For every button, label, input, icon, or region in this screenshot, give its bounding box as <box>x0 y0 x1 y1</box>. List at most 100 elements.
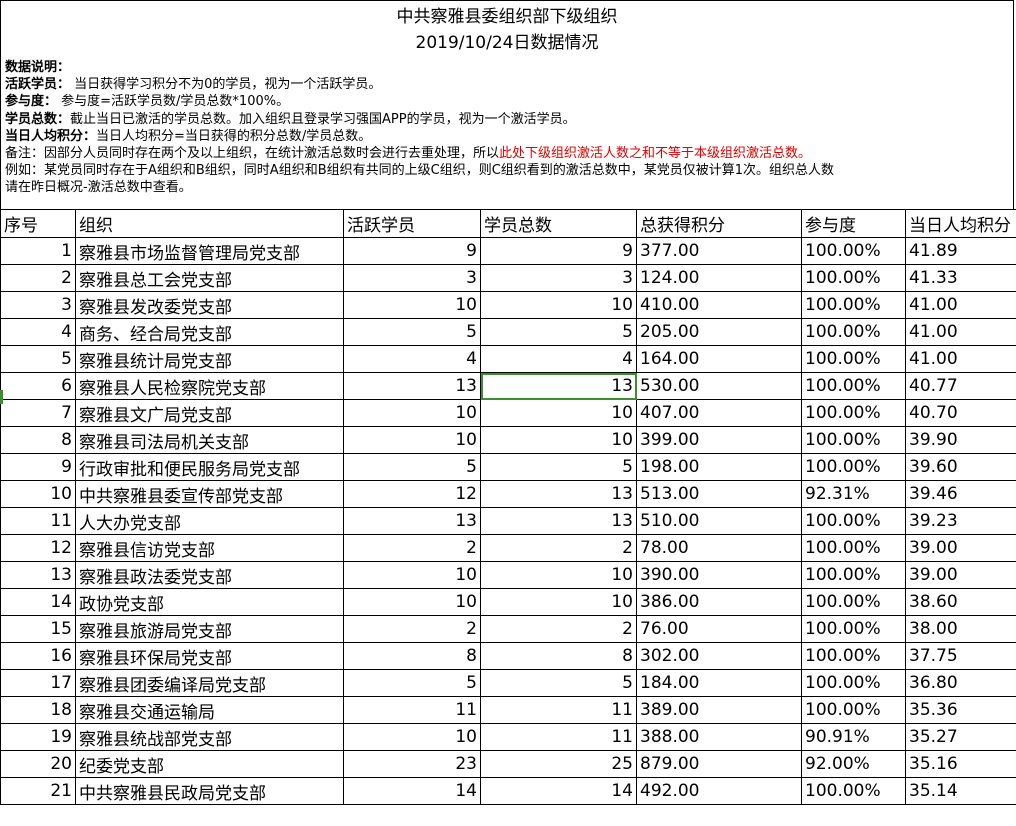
cell-active[interactable]: 10 <box>343 399 481 427</box>
cell-participation[interactable]: 100.00% <box>801 669 906 697</box>
cell-points[interactable]: 205.00 <box>636 318 802 346</box>
cell-participation[interactable]: 92.31% <box>801 480 906 508</box>
cell-org[interactable]: 察雅县市场监督管理局党支部 <box>75 237 344 265</box>
cell-active[interactable]: 10 <box>343 291 481 319</box>
cell-total[interactable]: 13 <box>480 480 637 508</box>
cell-avg[interactable]: 41.00 <box>905 318 1016 346</box>
cell-total[interactable]: 2 <box>480 615 637 643</box>
cell-org[interactable]: 察雅县政法委党支部 <box>75 561 344 589</box>
cell-total[interactable]: 5 <box>480 318 637 346</box>
cell-index[interactable]: 14 <box>0 588 76 616</box>
cell-participation[interactable]: 100.00% <box>801 291 906 319</box>
cell-active[interactable]: 3 <box>343 264 481 292</box>
cell-total[interactable]: 9 <box>480 237 637 265</box>
cell-org[interactable]: 察雅县司法局机关支部 <box>75 426 344 454</box>
cell-index[interactable]: 7 <box>0 399 76 427</box>
cell-active[interactable]: 4 <box>343 345 481 373</box>
cell-index[interactable]: 10 <box>0 480 76 508</box>
cell-avg[interactable]: 35.14 <box>905 777 1016 805</box>
header-cell-index[interactable]: 序号 <box>0 209 76 238</box>
cell-index[interactable]: 5 <box>0 345 76 373</box>
cell-index[interactable]: 16 <box>0 642 76 670</box>
cell-total[interactable]: 10 <box>480 588 637 616</box>
cell-total[interactable]: 8 <box>480 642 637 670</box>
cell-org[interactable]: 察雅县统战部党支部 <box>75 723 344 751</box>
cell-active[interactable]: 14 <box>343 777 481 805</box>
cell-active[interactable]: 10 <box>343 588 481 616</box>
cell-active[interactable]: 5 <box>343 669 481 697</box>
cell-active[interactable]: 23 <box>343 750 481 778</box>
cell-index[interactable]: 21 <box>0 777 76 805</box>
cell-active[interactable]: 10 <box>343 561 481 589</box>
cell-participation[interactable]: 100.00% <box>801 453 906 481</box>
cell-points[interactable]: 399.00 <box>636 426 802 454</box>
cell-index[interactable]: 11 <box>0 507 76 535</box>
cell-participation[interactable]: 100.00% <box>801 507 906 535</box>
cell-org[interactable]: 政协党支部 <box>75 588 344 616</box>
cell-total[interactable]: 14 <box>480 777 637 805</box>
cell-active[interactable]: 13 <box>343 372 481 400</box>
cell-index[interactable]: 2 <box>0 264 76 292</box>
cell-points[interactable]: 198.00 <box>636 453 802 481</box>
cell-avg[interactable]: 41.33 <box>905 264 1016 292</box>
cell-avg[interactable]: 38.60 <box>905 588 1016 616</box>
cell-org[interactable]: 察雅县环保局党支部 <box>75 642 344 670</box>
cell-active[interactable]: 8 <box>343 642 481 670</box>
cell-org[interactable]: 察雅县交通运输局 <box>75 696 344 724</box>
cell-org[interactable]: 商务、经合局党支部 <box>75 318 344 346</box>
cell-avg[interactable]: 38.00 <box>905 615 1016 643</box>
cell-points[interactable]: 407.00 <box>636 399 802 427</box>
cell-points[interactable]: 386.00 <box>636 588 802 616</box>
cell-points[interactable]: 513.00 <box>636 480 802 508</box>
cell-participation[interactable]: 100.00% <box>801 777 906 805</box>
cell-total[interactable]: 5 <box>480 453 637 481</box>
cell-total[interactable]: 4 <box>480 345 637 373</box>
cell-total[interactable]: 2 <box>480 534 637 562</box>
cell-index[interactable]: 9 <box>0 453 76 481</box>
cell-active[interactable]: 11 <box>343 696 481 724</box>
cell-points[interactable]: 492.00 <box>636 777 802 805</box>
cell-avg[interactable]: 39.00 <box>905 534 1016 562</box>
cell-active[interactable]: 5 <box>343 453 481 481</box>
cell-points[interactable]: 530.00 <box>636 372 802 400</box>
cell-index[interactable]: 15 <box>0 615 76 643</box>
cell-active[interactable]: 10 <box>343 426 481 454</box>
cell-index[interactable]: 12 <box>0 534 76 562</box>
cell-total[interactable]: 5 <box>480 669 637 697</box>
cell-participation[interactable]: 100.00% <box>801 696 906 724</box>
cell-total[interactable]: 10 <box>480 426 637 454</box>
cell-points[interactable]: 184.00 <box>636 669 802 697</box>
cell-active[interactable]: 2 <box>343 615 481 643</box>
cell-avg[interactable]: 41.89 <box>905 237 1016 265</box>
cell-avg[interactable]: 37.75 <box>905 642 1016 670</box>
cell-org[interactable]: 察雅县人民检察院党支部 <box>75 372 344 400</box>
cell-avg[interactable]: 35.27 <box>905 723 1016 751</box>
cell-avg[interactable]: 35.36 <box>905 696 1016 724</box>
cell-org[interactable]: 察雅县旅游局党支部 <box>75 615 344 643</box>
cell-participation[interactable]: 100.00% <box>801 237 906 265</box>
cell-participation[interactable]: 100.00% <box>801 615 906 643</box>
cell-total[interactable]: 13 <box>480 507 637 535</box>
cell-org[interactable]: 察雅县团委编译局党支部 <box>75 669 344 697</box>
cell-active[interactable]: 2 <box>343 534 481 562</box>
cell-participation[interactable]: 100.00% <box>801 372 906 400</box>
header-cell-org[interactable]: 组织 <box>75 209 344 238</box>
cell-avg[interactable]: 39.46 <box>905 480 1016 508</box>
cell-total[interactable]: 25 <box>480 750 637 778</box>
cell-participation[interactable]: 100.00% <box>801 561 906 589</box>
cell-points[interactable]: 377.00 <box>636 237 802 265</box>
cell-index[interactable]: 13 <box>0 561 76 589</box>
cell-participation[interactable]: 100.00% <box>801 588 906 616</box>
cell-total[interactable]: 11 <box>480 696 637 724</box>
cell-org[interactable]: 察雅县统计局党支部 <box>75 345 344 373</box>
cell-active[interactable]: 13 <box>343 507 481 535</box>
cell-avg[interactable]: 39.90 <box>905 426 1016 454</box>
cell-points[interactable]: 76.00 <box>636 615 802 643</box>
cell-avg[interactable]: 39.60 <box>905 453 1016 481</box>
cell-participation[interactable]: 100.00% <box>801 642 906 670</box>
cell-points[interactable]: 390.00 <box>636 561 802 589</box>
cell-points[interactable]: 879.00 <box>636 750 802 778</box>
cell-org[interactable]: 中共察雅县民政局党支部 <box>75 777 344 805</box>
cell-participation[interactable]: 100.00% <box>801 426 906 454</box>
cell-participation[interactable]: 100.00% <box>801 399 906 427</box>
